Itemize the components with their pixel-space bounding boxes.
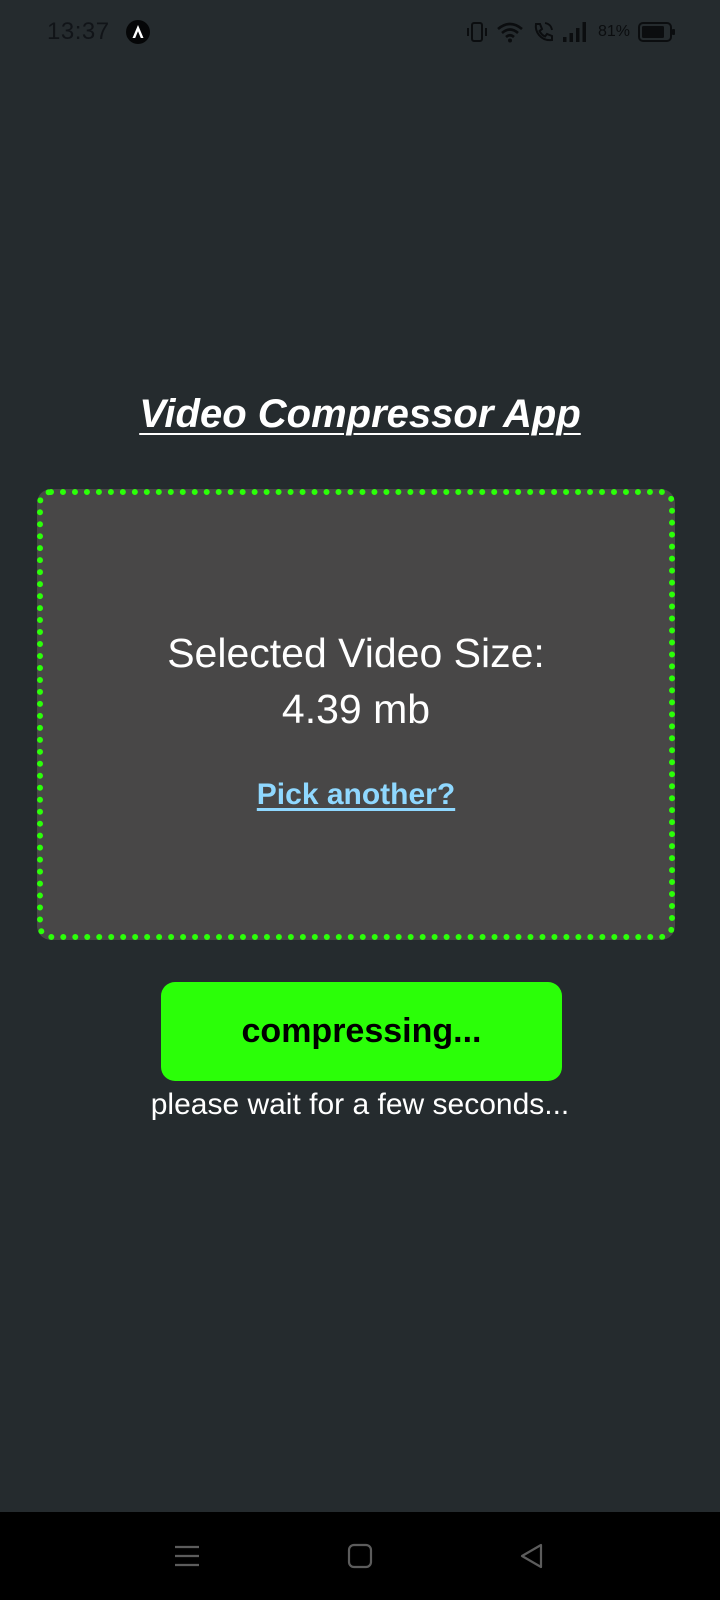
status-icons: 81% [466, 20, 676, 44]
status-bar: 13:37 81% [0, 0, 720, 64]
navigation-bar [0, 1512, 720, 1600]
selected-video-card: Selected Video Size: 4.39 mb Pick anothe… [37, 489, 675, 940]
wifi-calling-icon [532, 20, 554, 44]
home-icon[interactable] [342, 1538, 378, 1574]
selected-video-size-value: 4.39 mb [281, 686, 431, 732]
status-time: 13:37 [47, 18, 110, 45]
app-title: Video Compressor App [139, 392, 581, 436]
battery-percent: 81% [597, 23, 630, 40]
compress-button[interactable]: compressing... [161, 982, 562, 1081]
selected-video-size-label: Selected Video Size: [167, 630, 545, 676]
signal-icon [562, 20, 588, 44]
battery-icon [638, 20, 676, 44]
app-notification-icon [126, 20, 150, 44]
vibrate-icon [466, 20, 488, 44]
back-icon[interactable] [514, 1538, 550, 1574]
screen: 13:37 81% Video Compressor App Selected … [0, 0, 720, 1600]
pick-another-link[interactable]: Pick another? [43, 778, 669, 812]
wifi-icon [496, 20, 524, 44]
menu-icon[interactable] [169, 1538, 205, 1574]
wait-message: please wait for a few seconds... [150, 1088, 570, 1121]
